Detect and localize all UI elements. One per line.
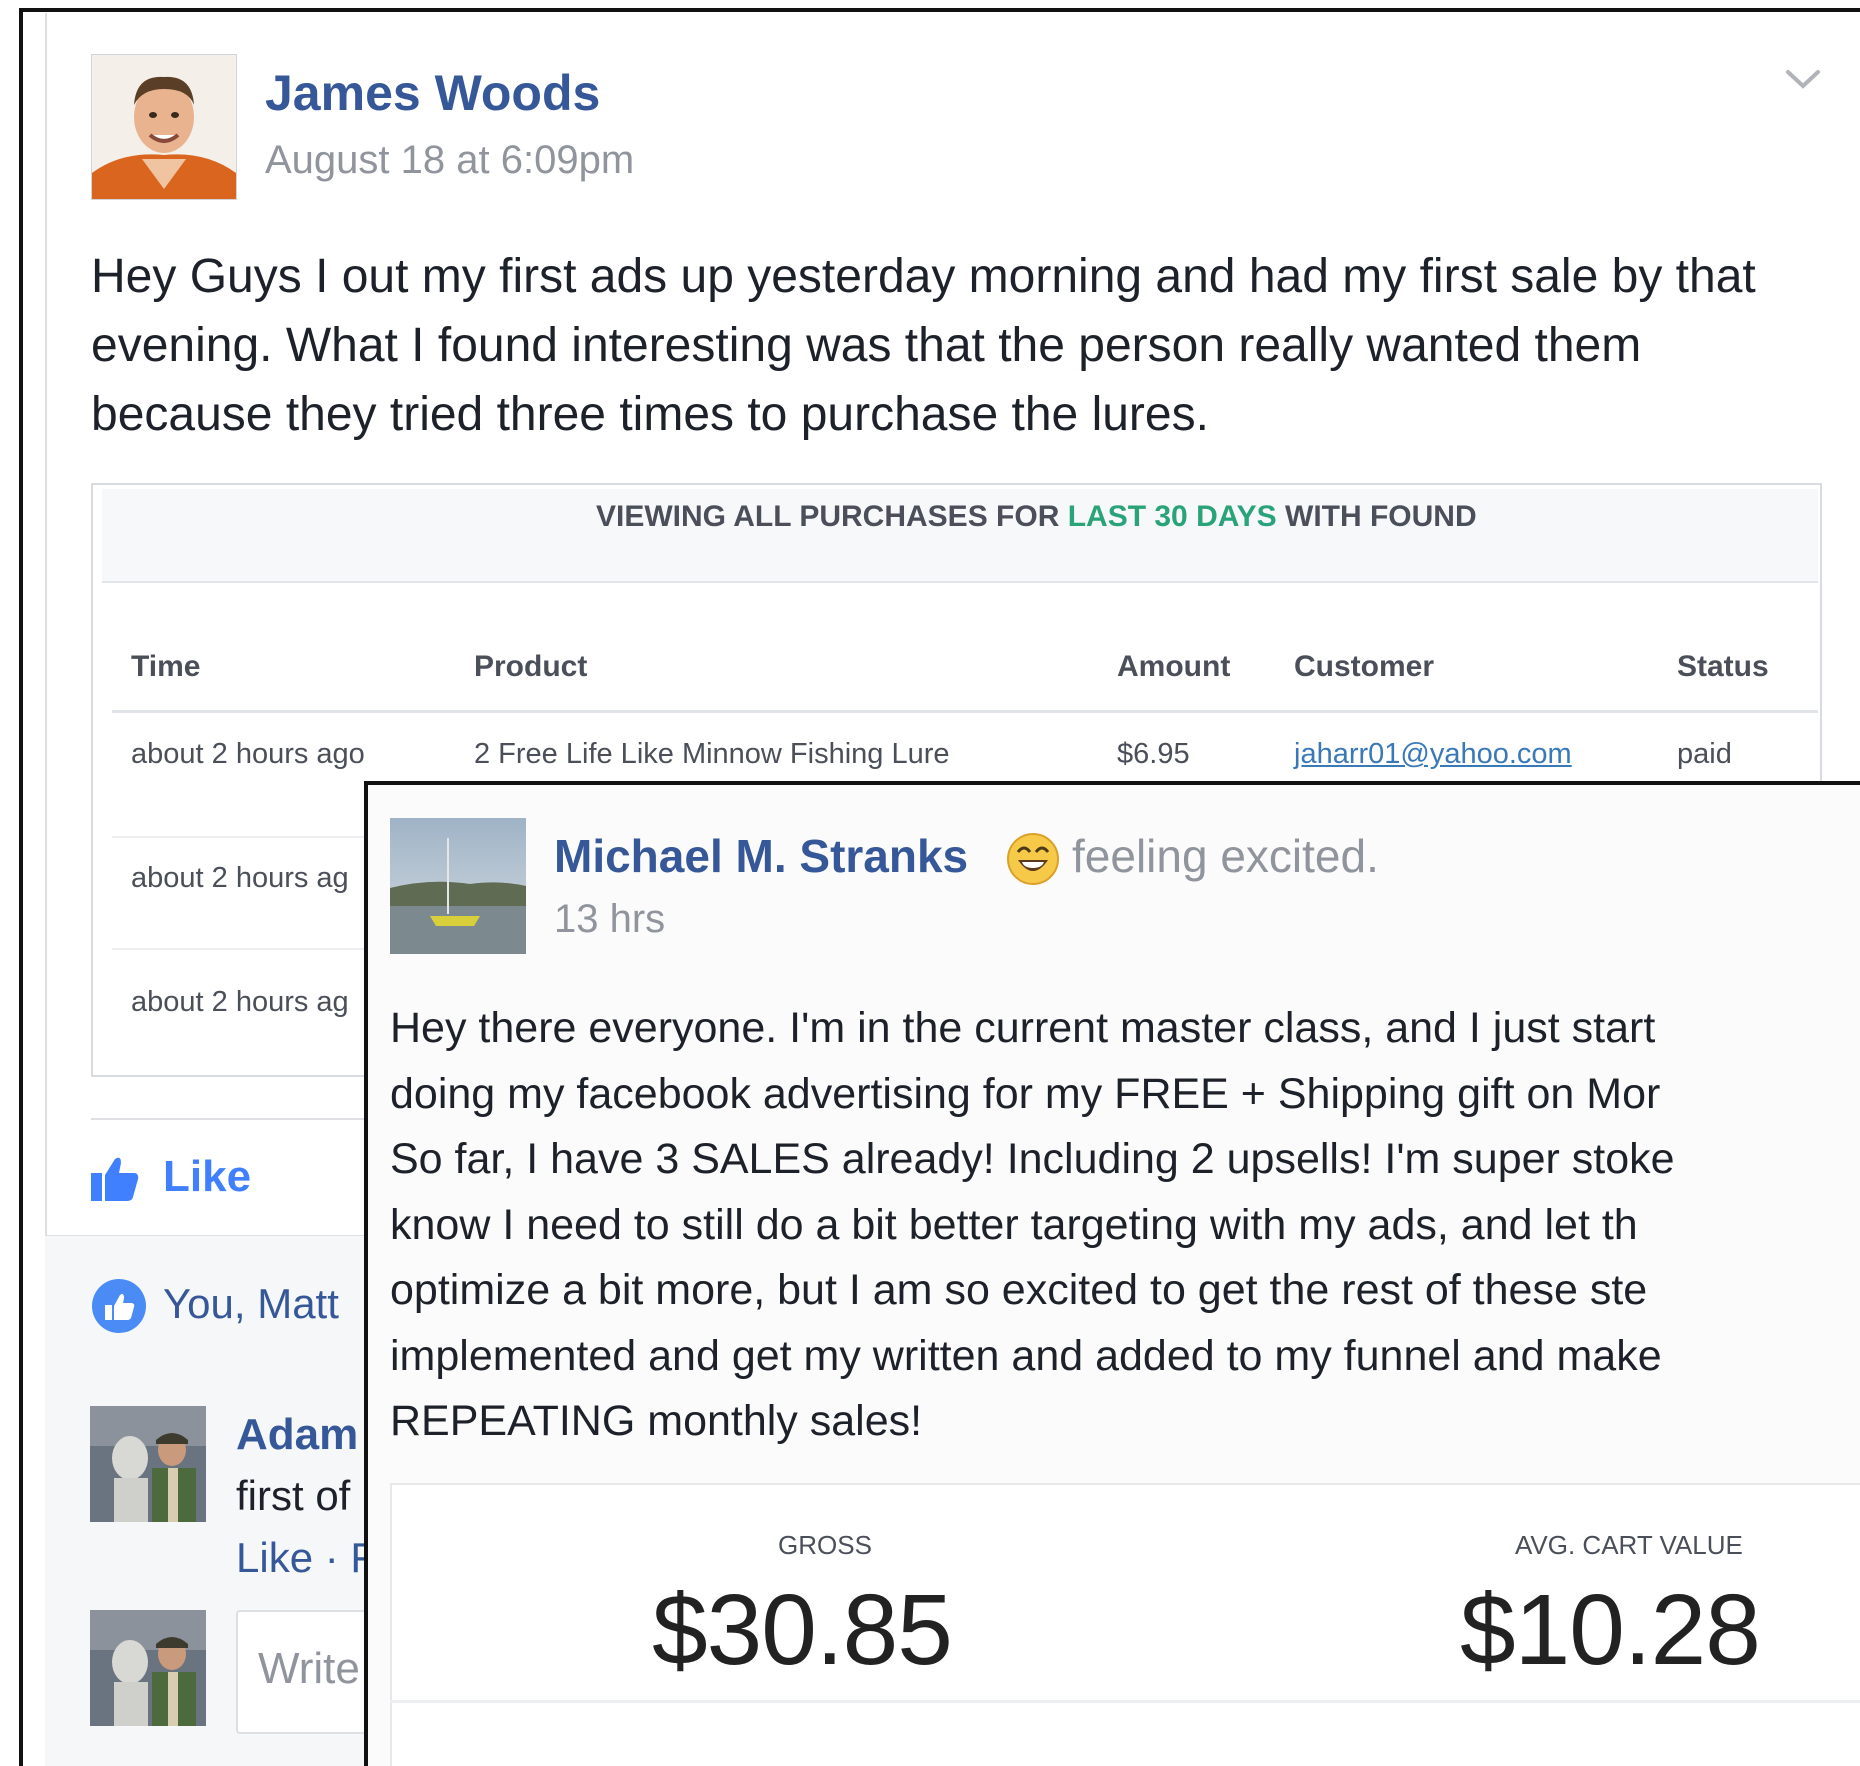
overlay-body-line: implemented and get my written and added… [390,1331,1662,1380]
screenshot-frame: James Woods August 18 at 6:09pm Hey Guys… [0,0,1860,1766]
purchases-banner-text: VIEWING ALL PURCHASES FOR LAST 30 DAYS W… [596,500,1477,534]
banner-prefix: VIEWING ALL PURCHASES FOR [596,500,1068,533]
excited-emoji-icon [1006,832,1060,886]
column-header-time: Time [131,650,201,683]
avg-cart-value-label: AVG. CART VALUE [1515,1530,1743,1560]
row-3-time: about 2 hours ag [131,986,349,1018]
chevron-down-icon[interactable] [1782,58,1824,100]
banner-suffix: WITH FOUND [1276,500,1477,533]
post-author-name[interactable]: James Woods [265,64,600,122]
table-header-divider [112,710,1818,713]
thumbs-up-icon[interactable] [91,1155,139,1201]
row-1-time: about 2 hours ago [131,738,365,770]
row-1-customer-email[interactable]: jaharr01@yahoo.com [1294,738,1572,771]
column-header-product: Product [474,650,588,683]
overlay-feeling-text: feeling excited. [1072,830,1379,882]
like-button[interactable]: Like [163,1152,251,1202]
overlay-timestamp[interactable]: 13 hrs [554,897,665,942]
overlay-body-line: Hey there everyone. I'm in the current m… [390,1004,1656,1052]
comment-author-name[interactable]: Adam [236,1410,358,1460]
row-1-product: 2 Free Life Like Minnow Fishing Lure [474,738,950,770]
overlay-body-line: optimize a bit more, but I am so excited… [390,1266,1648,1314]
overlay-body-line: know I need to still do a bit better tar… [390,1200,1638,1249]
stats-divider [390,1700,1860,1703]
frame-border [19,8,1860,12]
overlay-body-line: So far, I have 3 SALES already! Includin… [390,1135,1675,1183]
overlay-post-body: Hey there everyone. I'm in the current m… [390,996,1860,1455]
author-avatar[interactable] [91,54,237,200]
banner-highlight: LAST 30 DAYS [1067,500,1277,533]
overlay-author-name[interactable]: Michael M. Stranks [554,829,968,883]
post-body-text: Hey Guys I out my first ads up yesterday… [91,250,1756,441]
row-1-status: paid [1677,738,1732,770]
comment-actions[interactable]: Like · F [236,1534,376,1582]
column-header-status: Status [1677,650,1769,683]
commenter-avatar[interactable] [90,1406,206,1522]
avg-cart-value: $10.28 [1460,1574,1761,1686]
overlay-body-line: REPEATING monthly sales! [390,1397,923,1445]
comment-text: first of [236,1472,351,1519]
comment-input-placeholder: Write [258,1644,360,1693]
column-header-amount: Amount [1117,650,1231,683]
frame-border [19,8,23,1766]
composer-avatar [90,1610,206,1726]
overlay-author-avatar[interactable] [390,818,526,954]
gross-value: $30.85 [652,1574,953,1686]
row-2-time: about 2 hours ag [131,862,349,894]
like-reaction-icon[interactable] [91,1278,147,1334]
reactions-summary[interactable]: You, Matt [163,1280,339,1328]
row-1-amount: $6.95 [1117,738,1190,770]
post-timestamp[interactable]: August 18 at 6:09pm [265,138,634,183]
overlay-body-line: doing my facebook advertising for my FRE… [390,1069,1661,1118]
column-header-customer: Customer [1294,650,1435,683]
gross-label: GROSS [778,1530,872,1560]
